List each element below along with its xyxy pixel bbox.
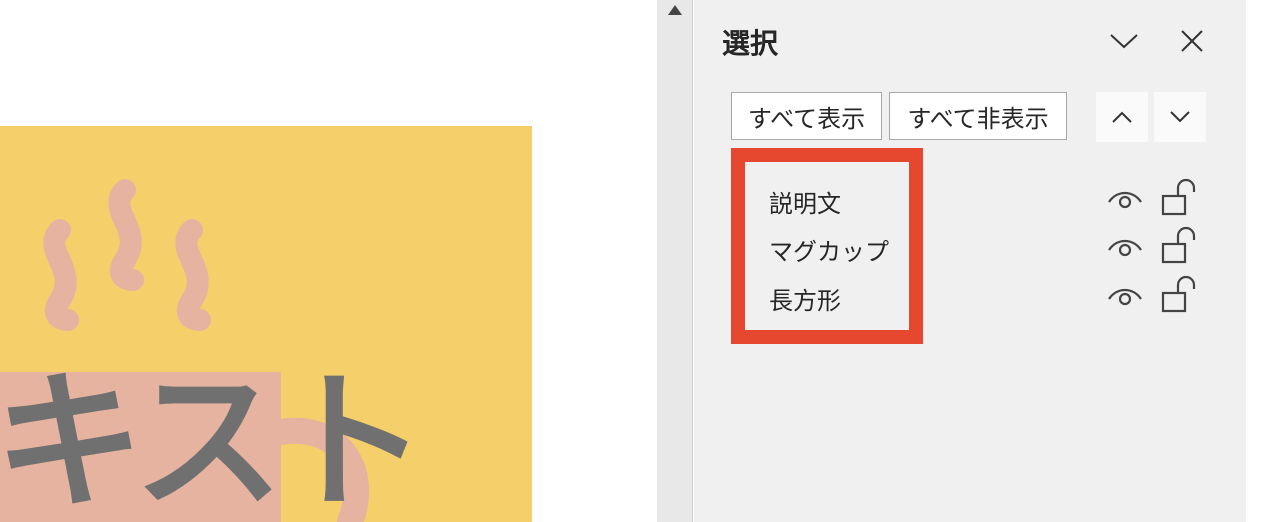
- eye-icon[interactable]: [1107, 285, 1143, 309]
- steam-graphic: [43, 179, 211, 331]
- close-icon: [1181, 30, 1203, 52]
- bring-forward-button[interactable]: [1096, 92, 1148, 142]
- chevron-up-icon: [1112, 111, 1132, 123]
- selection-pane: 選択 すべて表示 すべて非表示 説明文 マグカップ 長方形: [694, 0, 1246, 522]
- chevron-down-icon: [1170, 111, 1190, 123]
- eye-icon[interactable]: [1107, 236, 1143, 260]
- slide-canvas[interactable]: キスト: [0, 0, 657, 522]
- scroll-up-button[interactable]: [666, 2, 684, 18]
- triangle-up-icon: [668, 5, 682, 15]
- vertical-scrollbar[interactable]: [657, 0, 693, 522]
- chevron-down-icon: [1110, 34, 1138, 49]
- highlight-box: [731, 148, 923, 344]
- pane-options-button[interactable]: [1108, 26, 1140, 56]
- show-all-button[interactable]: すべて表示: [731, 92, 882, 140]
- eye-icon[interactable]: [1107, 188, 1143, 212]
- slide-description-text[interactable]: キスト: [0, 368, 428, 518]
- pane-title: 選択: [722, 27, 779, 60]
- pane-close-button[interactable]: [1176, 26, 1208, 56]
- unlock-icon[interactable]: [1160, 275, 1200, 313]
- window-edge: [1246, 0, 1280, 522]
- hide-all-button[interactable]: すべて非表示: [889, 92, 1067, 140]
- unlock-icon[interactable]: [1160, 226, 1200, 264]
- send-backward-button[interactable]: [1154, 92, 1206, 142]
- unlock-icon[interactable]: [1160, 178, 1200, 216]
